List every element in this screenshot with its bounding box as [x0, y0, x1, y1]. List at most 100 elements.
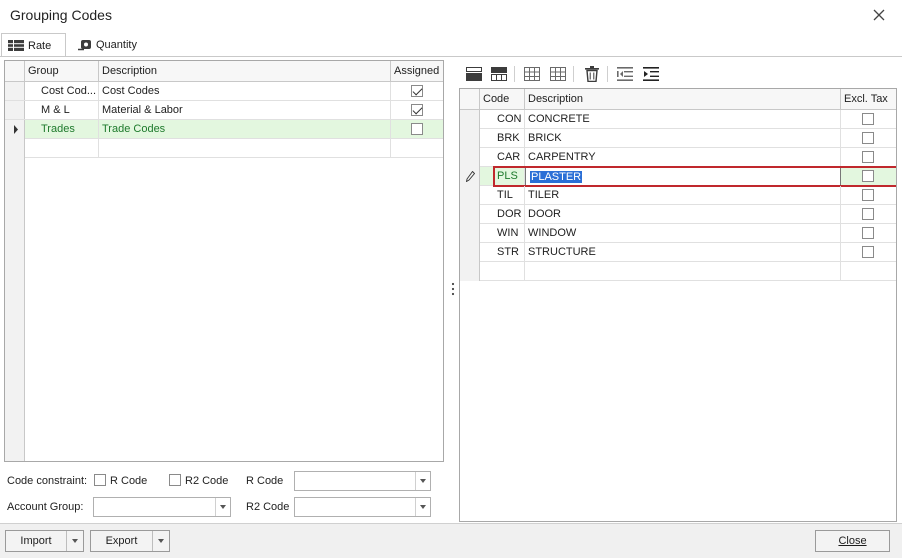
excl-tax-checkbox[interactable] [862, 151, 874, 163]
insert-row-below-button[interactable] [488, 64, 510, 84]
column-header-description[interactable]: Description [525, 89, 841, 110]
table-row[interactable]: WIN WINDOW [480, 224, 896, 243]
splitter-handle[interactable] [449, 280, 457, 298]
excl-tax-cell[interactable] [841, 205, 896, 224]
assigned-checkbox[interactable] [411, 85, 423, 97]
column-header-group[interactable]: Group [25, 61, 99, 82]
description-cell[interactable]: DOOR [525, 205, 841, 224]
table-row[interactable]: Cost Cod... Cost Codes [5, 82, 443, 101]
toolbar-separator [607, 66, 608, 82]
group-grid-header: Group Description Assigned [5, 61, 443, 82]
chevron-down-icon[interactable] [415, 472, 430, 490]
r-code-checkbox[interactable] [94, 474, 106, 486]
insert-row-above-icon [466, 67, 482, 81]
delete-button[interactable] [581, 64, 603, 84]
code-cell[interactable]: DOR [480, 205, 525, 224]
insert-row-below-icon [491, 67, 507, 81]
export-button[interactable]: Export [90, 530, 170, 552]
r2-code-select[interactable] [294, 497, 431, 517]
excl-tax-checkbox[interactable] [862, 246, 874, 258]
table-row[interactable]: M & L Material & Labor [5, 101, 443, 120]
description-cell[interactable] [99, 139, 391, 158]
r2-code-label: R2 Code [246, 501, 290, 513]
assigned-cell[interactable] [391, 120, 443, 139]
excl-tax-checkbox[interactable] [862, 227, 874, 239]
description-cell[interactable] [525, 262, 841, 281]
description-cell[interactable]: TILER [525, 186, 841, 205]
code-cell[interactable]: CAR [480, 148, 525, 167]
group-cell[interactable]: Cost Cod... [25, 82, 99, 101]
description-cell[interactable]: WINDOW [525, 224, 841, 243]
description-text: CARPENTRY [528, 151, 596, 163]
excl-tax-cell[interactable] [841, 129, 896, 148]
account-group-select[interactable] [93, 497, 231, 517]
excl-tax-cell[interactable] [841, 186, 896, 205]
description-cell[interactable]: BRICK [525, 129, 841, 148]
table-button[interactable] [521, 64, 543, 84]
column-header-code[interactable]: Code [480, 89, 525, 110]
table-row[interactable]: STR STRUCTURE [480, 243, 896, 262]
assigned-checkbox[interactable] [411, 104, 423, 116]
delete-icon [585, 66, 599, 82]
description-cell[interactable]: CARPENTRY [525, 148, 841, 167]
import-button[interactable]: Import [5, 530, 84, 552]
assigned-cell[interactable] [391, 82, 443, 101]
excl-tax-cell[interactable] [841, 148, 896, 167]
description-cell[interactable]: Material & Labor [99, 101, 391, 120]
close-window-button[interactable] [868, 4, 890, 26]
table-row[interactable]: TIL TILER [480, 186, 896, 205]
chevron-down-icon[interactable] [415, 498, 430, 516]
description-cell[interactable]: STRUCTURE [525, 243, 841, 262]
export-button-label[interactable]: Export [91, 531, 153, 551]
outdent-button[interactable] [614, 64, 636, 84]
table-row[interactable]: DOR DOOR [480, 205, 896, 224]
code-grid-header: Code Description Excl. Tax [460, 89, 896, 110]
column-header-assigned[interactable]: Assigned [391, 61, 443, 82]
code-cell[interactable]: BRK [480, 129, 525, 148]
chevron-down-icon[interactable] [215, 498, 230, 516]
code-cell[interactable]: STR [480, 243, 525, 262]
excl-tax-checkbox[interactable] [862, 208, 874, 220]
group-cell[interactable]: Trades [25, 120, 99, 139]
chevron-down-icon[interactable] [153, 531, 169, 551]
excl-tax-checkbox[interactable] [862, 189, 874, 201]
code-cell[interactable]: TIL [480, 186, 525, 205]
description-text: WINDOW [528, 227, 577, 239]
table-row[interactable]: CAR CARPENTRY [480, 148, 896, 167]
group-cell[interactable] [25, 139, 99, 158]
code-cell[interactable]: CON [480, 110, 525, 129]
excl-tax-cell[interactable] [841, 110, 896, 129]
insert-row-above-button[interactable] [463, 64, 485, 84]
group-cell[interactable]: M & L [25, 101, 99, 120]
excl-tax-cell[interactable] [841, 262, 896, 281]
excl-tax-cell[interactable] [841, 243, 896, 262]
excl-tax-checkbox[interactable] [862, 113, 874, 125]
description-cell[interactable]: CONCRETE [525, 110, 841, 129]
assigned-checkbox[interactable] [411, 123, 423, 135]
code-cell[interactable]: WIN [480, 224, 525, 243]
assigned-cell[interactable] [391, 139, 443, 158]
indent-button[interactable] [640, 64, 662, 84]
column-header-excl-tax[interactable]: Excl. Tax [841, 89, 896, 110]
table-row-selected[interactable]: Trades Trade Codes [25, 120, 443, 139]
excl-tax-checkbox[interactable] [862, 132, 874, 144]
table-row[interactable]: BRK BRICK [480, 129, 896, 148]
r-code-select[interactable] [294, 471, 431, 491]
description-cell[interactable]: Trade Codes [99, 120, 391, 139]
import-button-label[interactable]: Import [6, 531, 67, 551]
description-cell[interactable]: Cost Codes [99, 82, 391, 101]
tab-rate[interactable]: Rate [1, 33, 66, 57]
new-row[interactable] [480, 262, 896, 281]
table-add-button[interactable] [547, 64, 569, 84]
chevron-down-icon[interactable] [67, 531, 83, 551]
tab-quantity[interactable]: Quantity [72, 33, 144, 57]
excl-tax-cell[interactable] [841, 224, 896, 243]
column-header-description[interactable]: Description [99, 61, 391, 82]
assigned-cell[interactable] [391, 101, 443, 120]
close-button[interactable]: Close [815, 530, 890, 552]
pencil-icon [466, 171, 475, 182]
code-cell[interactable] [480, 262, 525, 281]
r2-code-checkbox[interactable] [169, 474, 181, 486]
new-row[interactable] [25, 139, 443, 158]
table-row[interactable]: CON CONCRETE [480, 110, 896, 129]
